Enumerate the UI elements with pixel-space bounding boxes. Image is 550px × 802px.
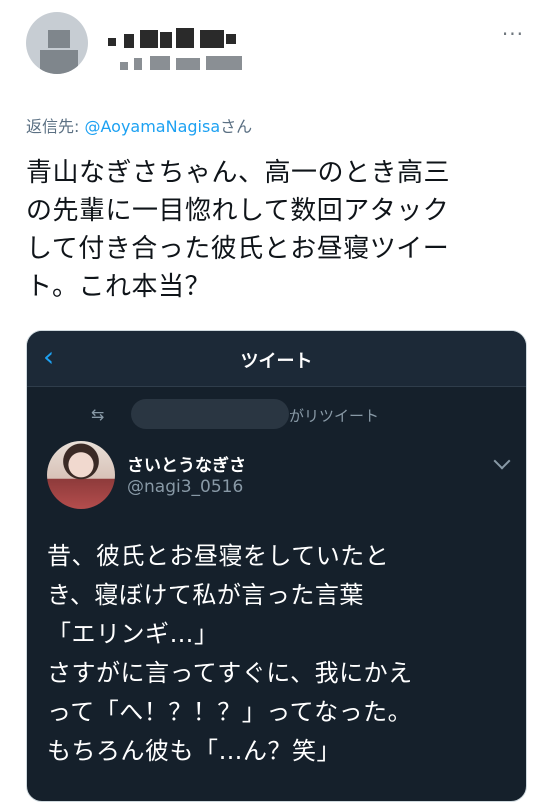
reply-to-line: 返信先: @AoyamaNagisaさん — [26, 113, 252, 137]
embedded-text-line: 「エリンギ…」 — [47, 620, 219, 648]
embedded-nav-title: ツイート — [240, 351, 313, 372]
retweet-label: がリツイート — [289, 407, 380, 425]
tweet-text: 青山なぎさちゃん、高一のとき高三 の先輩に一目惚れして数回アタック して付き合っ… — [26, 154, 526, 306]
embedded-handle: @nagi3_0516 — [127, 477, 244, 497]
embedded-text-line: き、寝ぼけて私が言った言葉 — [47, 581, 364, 609]
reply-to-prefix: 返信先: — [26, 117, 85, 136]
embedded-nav-bar: ‹ ツイート — [27, 331, 526, 387]
embedded-display-name: さいとうなぎさ — [127, 456, 246, 476]
more-options-icon[interactable]: ··· — [502, 24, 524, 44]
embedded-text-line: って「へ！？！？」ってなった。 — [47, 698, 413, 726]
tweet-text-line: ト。これ本当？ — [26, 272, 211, 302]
tweet-header: ··· — [0, 0, 550, 100]
tweet-text-line: 青山なぎさちゃん、高一のとき高三 — [26, 158, 451, 188]
tweet-text-line: して付き合った彼氏とお昼寝ツイー — [26, 234, 450, 264]
reply-to-suffix: さん — [220, 117, 253, 136]
embedded-text-line: さすがに言ってすぐに、我にかえ — [47, 659, 413, 687]
retweet-icon: ⇆ — [91, 405, 105, 424]
embedded-tweet-text: 昔、彼氏とお昼寝をしていたと き、寝ぼけて私が言った言葉 「エリンギ…」 さすが… — [47, 537, 517, 771]
tweet-text-line: の先輩に一目惚れして数回アタック — [26, 196, 450, 226]
chevron-down-icon — [493, 452, 511, 470]
embedded-avatar — [47, 441, 115, 509]
author-avatar-blurred[interactable] — [26, 12, 88, 74]
embedded-text-line: 昔、彼氏とお昼寝をしていたと — [47, 542, 390, 570]
attached-screenshot[interactable]: ‹ ツイート ⇆ がリツイート さいとうなぎさ @nagi3_0516 昔、彼氏… — [26, 330, 527, 802]
embedded-text-line: もちろん彼も「…ん？笑」 — [47, 737, 341, 765]
reply-to-handle-link[interactable]: @AoyamaNagisa — [84, 117, 220, 136]
retweeter-name-blurred — [131, 399, 289, 429]
